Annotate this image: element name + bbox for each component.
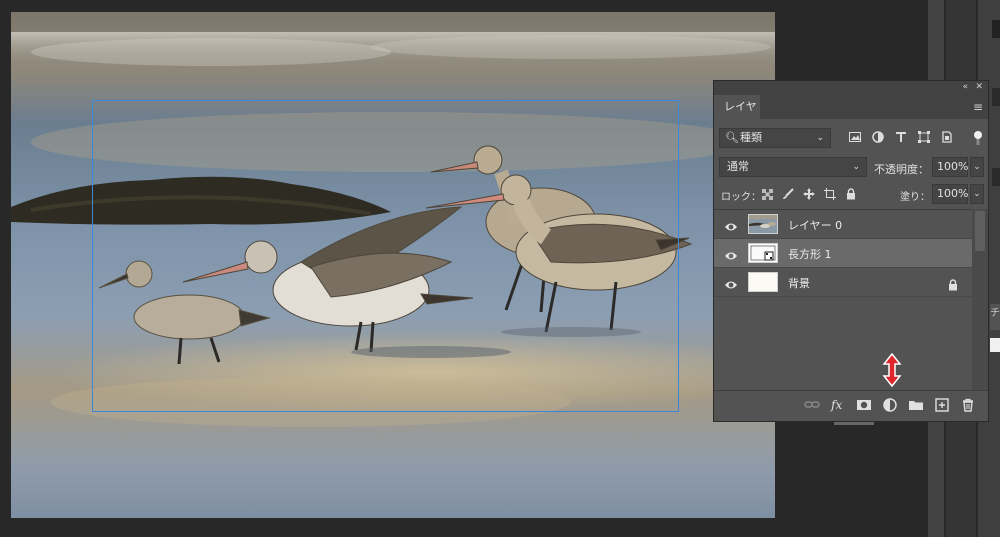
layer-thumbnail — [748, 272, 778, 292]
lock-row: ロック： 塗り： 100% ⌄ — [714, 183, 988, 205]
layer-filter-label: 種類 — [740, 131, 762, 144]
lock-all-icon[interactable] — [844, 186, 858, 202]
move-up-down-arrow-icon — [882, 352, 902, 388]
layer-name: レイヤー 0 — [788, 219, 843, 232]
layers-panel: « ✕ レイヤー ≡ 🔍︎ 種類 ⌄ — [713, 80, 989, 425]
blend-mode-value: 通常 — [727, 160, 749, 173]
dock-swatch[interactable] — [990, 338, 1000, 352]
bottom-icons: fx — [804, 397, 976, 413]
panel-menu-icon[interactable]: ≡ — [973, 100, 983, 114]
dock-icon[interactable] — [992, 88, 1000, 106]
mask-icon[interactable] — [856, 397, 872, 413]
filter-toggle[interactable] — [974, 130, 982, 146]
fill-dropdown-button[interactable]: ⌄ — [970, 184, 984, 204]
dock-panel-tab[interactable]: チ — [990, 304, 1000, 330]
rectangle-selection-outline[interactable] — [92, 100, 679, 412]
close-icon[interactable]: ✕ — [975, 82, 983, 92]
layers-scrollbar[interactable] — [972, 209, 988, 391]
chevron-down-icon: ⌄ — [852, 162, 860, 172]
lock-position-icon[interactable] — [802, 186, 816, 202]
fx-icon[interactable]: fx — [830, 397, 846, 413]
layer-row-background[interactable]: 背景 — [714, 268, 972, 297]
chevron-down-icon: ⌄ — [816, 133, 824, 143]
panel-resize-grip[interactable] — [834, 422, 874, 425]
layer-name: 長方形 1 — [788, 248, 832, 261]
search-icon: 🔍︎ — [725, 131, 739, 144]
lock-paint-icon[interactable] — [781, 186, 795, 202]
layers-list: レイヤー 0 長方形 1 背景 — [714, 209, 972, 392]
lock-artboard-icon[interactable] — [823, 186, 837, 202]
fill-label: 塗り： — [900, 192, 930, 203]
image-filter-icon[interactable] — [848, 128, 862, 146]
new-layer-icon[interactable] — [934, 397, 950, 413]
tab-layers[interactable]: レイヤー — [714, 95, 760, 137]
filter-row: 🔍︎ 種類 ⌄ — [714, 125, 988, 149]
eye-icon[interactable] — [724, 218, 738, 231]
delete-icon[interactable] — [960, 397, 976, 413]
opacity-input[interactable]: 100% — [932, 157, 968, 177]
layer-thumbnail — [748, 214, 778, 234]
opacity-label: 不透明度： — [874, 163, 929, 176]
lock-transparent-icon[interactable] — [760, 186, 774, 202]
blend-row: 通常 ⌄ 不透明度： 100% ⌄ — [714, 155, 988, 179]
adjustment-filter-icon[interactable] — [871, 128, 885, 146]
layer-thumbnail — [748, 243, 778, 263]
lock-icons — [760, 186, 858, 202]
dock-icon[interactable] — [992, 20, 1000, 38]
layer-row-rectangle-1[interactable]: 長方形 1 — [714, 239, 972, 268]
filter-icons — [848, 128, 954, 148]
smart-object-filter-icon[interactable] — [940, 128, 954, 146]
lock-icon[interactable] — [948, 276, 958, 291]
opacity-dropdown-button[interactable]: ⌄ — [970, 157, 984, 177]
scrollbar-thumb[interactable] — [975, 211, 985, 251]
eye-icon[interactable] — [724, 276, 738, 289]
layer-row-layer-0[interactable]: レイヤー 0 — [714, 210, 972, 239]
eye-icon[interactable] — [724, 247, 738, 260]
collapse-icon[interactable]: « — [962, 82, 968, 92]
panel-title-bar[interactable]: « ✕ — [714, 81, 988, 95]
dock-icon[interactable] — [992, 168, 1000, 186]
panel-tab-bar: レイヤー ≡ — [714, 95, 988, 137]
lock-label: ロック： — [721, 192, 761, 203]
group-icon[interactable] — [908, 397, 924, 413]
link-layers-icon[interactable] — [804, 397, 820, 413]
layer-name: 背景 — [788, 277, 810, 290]
shape-filter-icon[interactable] — [917, 128, 931, 146]
canvas-area — [0, 0, 780, 537]
svg-text:fx: fx — [830, 398, 842, 412]
blend-mode-select[interactable]: 通常 ⌄ — [719, 157, 867, 177]
fill-input[interactable]: 100% — [932, 184, 968, 204]
adjustment-layer-icon[interactable] — [882, 397, 898, 413]
text-filter-icon[interactable] — [894, 128, 908, 146]
layer-filter-select[interactable]: 🔍︎ 種類 ⌄ — [719, 128, 831, 148]
panel-bottom-toolbar: fx — [714, 390, 988, 421]
